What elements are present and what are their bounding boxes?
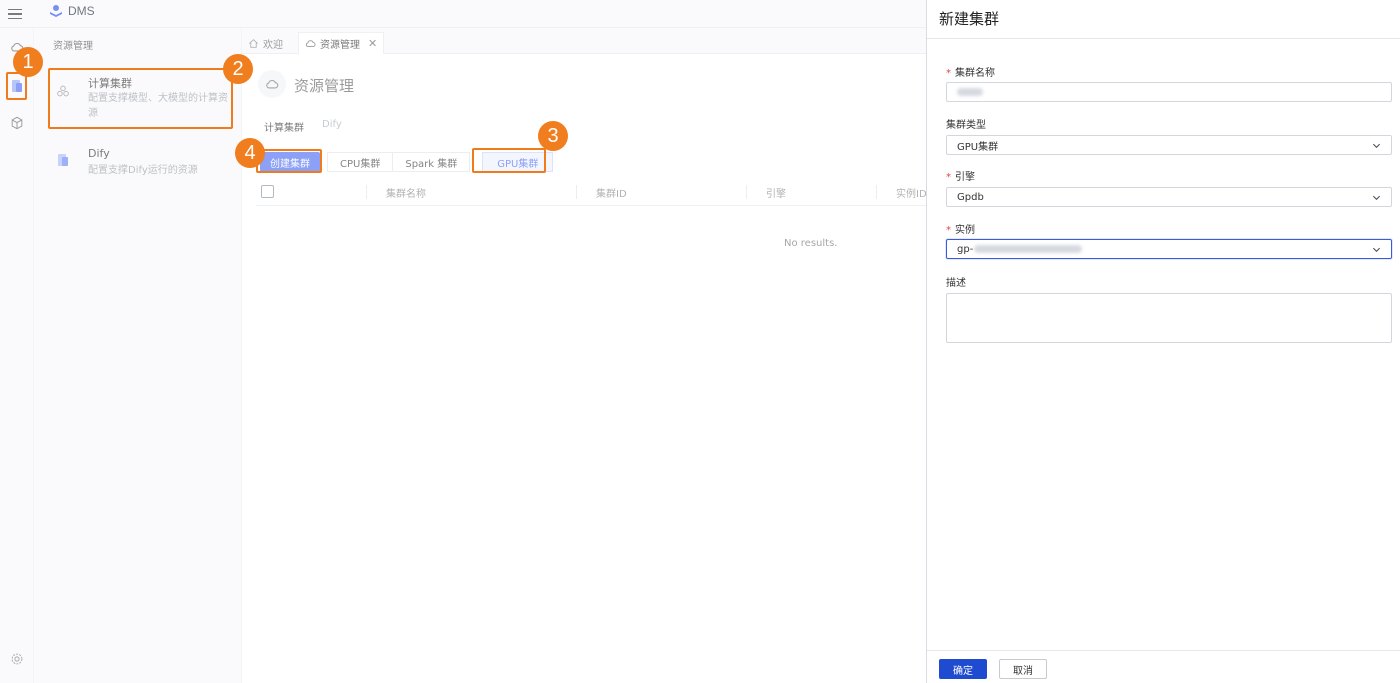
instance-label: * 实例 (946, 221, 975, 236)
confirm-button[interactable]: 确定 (939, 659, 987, 679)
cancel-button[interactable]: 取消 (999, 659, 1047, 679)
filter-spark-cluster[interactable]: Spark 集群 (392, 152, 471, 172)
cluster-name-input[interactable] (946, 82, 1392, 102)
filter-cpu-cluster[interactable]: CPU集群 (327, 152, 394, 172)
tab-resource-management[interactable]: 资源管理 ✕ (298, 32, 385, 54)
cluster-type-select[interactable]: GPU集群 (946, 135, 1392, 155)
subtab-compute-cluster[interactable]: 计算集群 (264, 119, 304, 134)
chevron-down-icon (1372, 195, 1381, 201)
card-title: 计算集群 (88, 77, 132, 90)
page-title: 资源管理 (294, 77, 355, 95)
tab-label: 资源管理 (320, 40, 360, 51)
cluster-icon (52, 80, 74, 102)
subtabs: 计算集群 Dify (264, 119, 342, 134)
brand-name: DMS (68, 4, 95, 18)
redacted-value (957, 88, 983, 96)
left-rail (0, 28, 34, 683)
redacted-value (974, 245, 1083, 253)
card-desc: 配置支撑模型、大模型的计算资源 (88, 93, 228, 119)
subpanel-title: 资源管理 (53, 41, 93, 52)
engine-label: * 引擎 (946, 168, 975, 183)
card-compute-cluster[interactable]: 计算集群 配置支撑模型、大模型的计算资源 (46, 70, 234, 128)
annotation-badge-3: 3 (538, 121, 568, 151)
column-divider (576, 185, 577, 199)
tab-label: 欢迎 (263, 39, 283, 51)
required-mark: * (946, 225, 951, 236)
label-text: 引擎 (955, 172, 975, 183)
close-icon[interactable]: ✕ (368, 37, 377, 50)
column-cluster-name[interactable]: 集群名称 (386, 185, 426, 200)
card-desc: 配置支撑Dify运行的资源 (88, 165, 198, 176)
column-divider (366, 185, 367, 199)
drawer-footer: 确定 取消 (927, 650, 1400, 683)
select-all-checkbox[interactable] (261, 185, 274, 198)
column-instance-id[interactable]: 实例ID (896, 185, 927, 200)
column-engine[interactable]: 引擎 (766, 185, 786, 200)
annotation-badge-2: 2 (223, 54, 253, 84)
instance-select[interactable]: gp- (946, 239, 1392, 259)
resource-icon[interactable] (8, 77, 26, 95)
divider (927, 38, 1400, 39)
cluster-type-filter: CPU集群 Spark 集群 GPU集群 (327, 152, 554, 172)
annotation-badge-4: 4 (235, 138, 265, 168)
top-bar: DMS (0, 0, 926, 28)
column-divider (876, 185, 877, 199)
tab-welcome[interactable]: 欢迎 (242, 32, 289, 54)
create-cluster-button[interactable]: 创建集群 (260, 152, 320, 172)
annotation-badge-1: 1 (13, 47, 43, 77)
label-text: 实例 (955, 225, 975, 236)
subtab-dify[interactable]: Dify (322, 119, 342, 134)
selected-value-prefix: gp- (957, 243, 974, 255)
empty-state: No results. (784, 238, 838, 249)
selected-value: Gpdb (957, 191, 984, 203)
filter-gpu-cluster[interactable]: GPU集群 (482, 152, 554, 172)
dify-icon (52, 149, 74, 171)
cloud-icon (258, 70, 286, 98)
action-bar: 创建集群 CPU集群 Spark 集群 GPU集群 (260, 152, 554, 172)
card-dify[interactable]: Dify 配置支撑Dify运行的资源 (46, 144, 234, 184)
description-textarea[interactable] (946, 293, 1392, 343)
dms-logo-icon (50, 5, 62, 17)
label-text: 集群名称 (955, 68, 995, 79)
menu-icon[interactable] (8, 5, 26, 23)
create-cluster-drawer: 新建集群 * 集群名称 集群类型 GPU集群 * 引擎 Gpdb * 实例 gp- 描… (926, 0, 1400, 683)
home-icon (249, 38, 258, 48)
description-label: 描述 (946, 278, 966, 289)
tab-bar: 欢迎 资源管理 ✕ (242, 28, 926, 54)
required-mark: * (946, 172, 951, 183)
engine-select[interactable]: Gpdb (946, 187, 1392, 207)
chevron-down-icon (1372, 247, 1381, 253)
table-header: 集群名称 集群ID 引擎 实例ID (256, 179, 927, 206)
cluster-name-label: * 集群名称 (946, 64, 995, 79)
drawer-title: 新建集群 (939, 10, 1000, 28)
cluster-type-label: 集群类型 (946, 120, 986, 131)
selected-value: GPU集群 (957, 141, 999, 153)
resource-subpanel: 资源管理 计算集群 配置支撑模型、大模型的计算资源 Dify 配置支撑Dify运… (34, 28, 242, 683)
column-cluster-id[interactable]: 集群ID (596, 185, 627, 200)
chevron-down-icon (1372, 143, 1381, 149)
required-mark: * (946, 68, 951, 79)
brand[interactable]: DMS (48, 3, 95, 19)
main-content: 资源管理 计算集群 Dify 创建集群 CPU集群 Spark 集群 GPU集群… (242, 54, 927, 683)
card-title: Dify (88, 147, 110, 160)
gear-icon[interactable] (8, 650, 26, 668)
column-divider (746, 185, 747, 199)
cloud-icon (306, 40, 316, 48)
cube-icon[interactable] (8, 114, 26, 132)
